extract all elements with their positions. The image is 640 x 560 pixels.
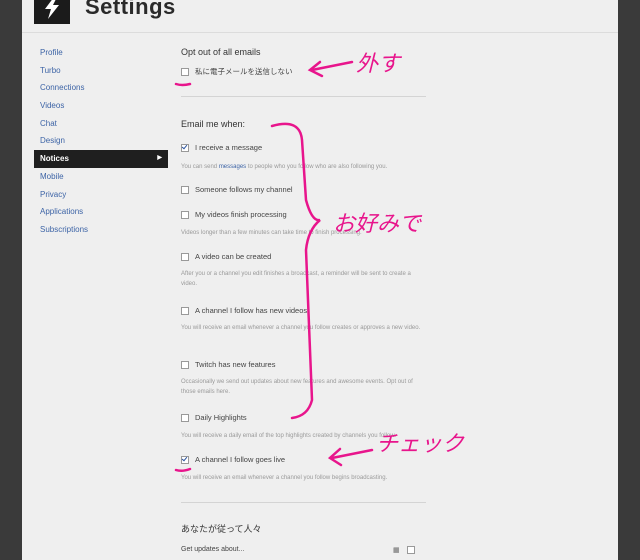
chevron-right-icon: ▶	[157, 155, 162, 162]
videos-processing-checkbox[interactable]	[181, 211, 189, 220]
sidebar-item-subscriptions[interactable]: Subscriptions	[34, 221, 168, 239]
desc-text: You can send	[181, 164, 219, 170]
option-video-created[interactable]: A video can be created	[181, 252, 272, 262]
sidebar-item-profile[interactable]: Profile	[34, 44, 168, 62]
optout-title: Opt out of all emails	[181, 47, 261, 57]
channel-live-checkbox[interactable]	[181, 456, 189, 465]
option-description: You will receive an email whenever a cha…	[181, 475, 388, 481]
new-features-checkbox[interactable]	[181, 361, 189, 370]
option-daily-highlights[interactable]: Daily Highlights	[181, 413, 247, 423]
settings-page: Settings Profile Turbo Connections Video…	[22, 0, 618, 560]
option-label: Someone follows my channel	[195, 185, 293, 194]
option-channel-new-videos[interactable]: A channel I follow has new videos	[181, 306, 308, 316]
settings-sidebar: Profile Turbo Connections Videos Chat De…	[34, 44, 168, 239]
following-row-label: Get updates about...	[181, 546, 245, 553]
option-description: Occasionally we send out updates about n…	[181, 379, 413, 395]
page-title: Settings	[85, 0, 176, 19]
option-receive-message[interactable]: I receive a message	[181, 143, 263, 153]
optout-checkbox[interactable]	[181, 68, 189, 77]
annotation-preference: お好みで	[333, 212, 422, 237]
email-me-title: Email me when:	[181, 119, 246, 129]
annotation-remove: 外す	[356, 52, 401, 77]
receive-message-checkbox[interactable]	[181, 144, 189, 153]
option-label: Twitch has new features	[195, 360, 276, 369]
header: Settings	[22, 0, 618, 33]
option-someone-follows[interactable]: Someone follows my channel	[181, 185, 293, 195]
messages-link[interactable]: messages	[219, 164, 246, 170]
option-label: I receive a message	[195, 143, 263, 152]
sidebar-item-turbo[interactable]: Turbo	[34, 62, 168, 80]
option-label: My videos finish processing	[195, 210, 287, 219]
annotation-check: チェック	[376, 432, 465, 457]
sidebar-item-chat[interactable]: Chat	[34, 115, 168, 133]
sidebar-item-videos[interactable]: Videos	[34, 97, 168, 115]
following-checkbox[interactable]	[407, 546, 415, 554]
daily-highlights-checkbox[interactable]	[181, 414, 189, 423]
sidebar-item-design[interactable]: Design	[34, 132, 168, 150]
divider	[181, 96, 426, 97]
someone-follows-checkbox[interactable]	[181, 186, 189, 195]
sidebar-item-mobile[interactable]: Mobile	[34, 168, 168, 186]
option-description: You can send messages to people who you …	[181, 162, 426, 172]
sidebar-item-privacy[interactable]: Privacy	[34, 186, 168, 204]
optout-option[interactable]: 私に電子メールを送信しない	[181, 66, 293, 77]
option-channel-live[interactable]: A channel I follow goes live	[181, 455, 286, 465]
sidebar-item-notices[interactable]: Notices ▶	[34, 150, 168, 168]
option-new-features[interactable]: Twitch has new features	[181, 360, 276, 370]
following-title: あなたが従って人々	[181, 524, 262, 534]
app-logo[interactable]	[34, 0, 70, 24]
optout-label: 私に電子メールを送信しない	[195, 67, 293, 76]
settings-icon[interactable]: ▦	[393, 546, 400, 554]
sidebar-item-label: Notices	[40, 154, 69, 164]
lightning-icon	[45, 0, 59, 19]
option-label: Daily Highlights	[195, 413, 247, 422]
window-frame-right	[618, 0, 640, 560]
option-videos-processing[interactable]: My videos finish processing	[181, 210, 287, 220]
option-description: After you or a channel you edit finishes…	[181, 271, 411, 287]
channel-new-videos-checkbox[interactable]	[181, 307, 189, 316]
option-label: A channel I follow goes live	[195, 455, 286, 464]
sidebar-item-connections[interactable]: Connections	[34, 79, 168, 97]
window-frame-left	[0, 0, 22, 560]
option-label: A video can be created	[195, 252, 272, 261]
desc-text: to people who you follow who are also fo…	[246, 164, 388, 170]
option-description: You will receive an email whenever a cha…	[181, 325, 421, 331]
sidebar-item-applications[interactable]: Applications	[34, 203, 168, 221]
divider	[181, 502, 426, 503]
option-label: A channel I follow has new videos	[195, 306, 308, 315]
video-created-checkbox[interactable]	[181, 253, 189, 262]
